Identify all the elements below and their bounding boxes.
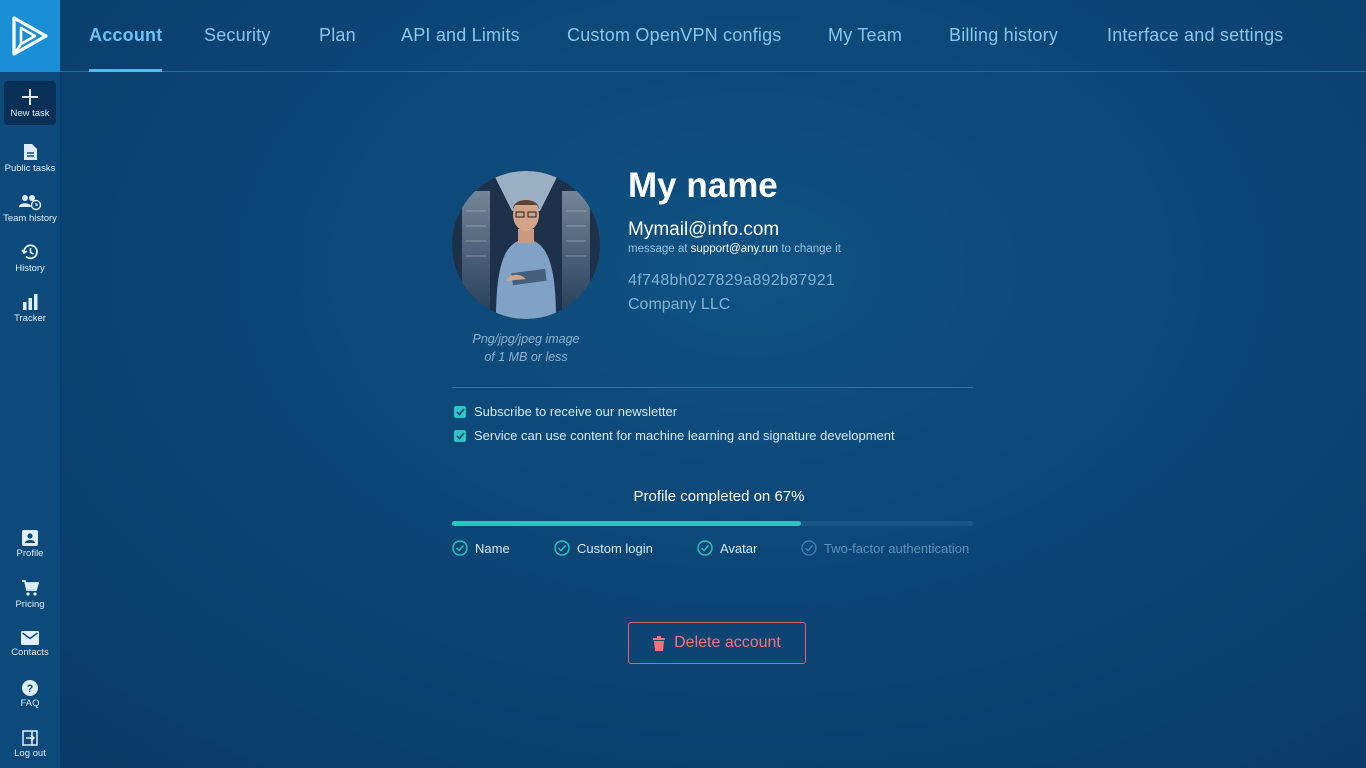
step-label: Custom login — [577, 540, 653, 556]
ml-content-label: Service can use content for machine lear… — [474, 428, 895, 443]
completion-step-custom-login: Custom login — [554, 540, 653, 556]
check-circle-outline-icon — [801, 540, 817, 556]
tab-security[interactable]: Security — [204, 0, 271, 71]
avatar-photo — [452, 171, 600, 319]
checkbox-checked-icon — [454, 429, 466, 442]
sidebar-item-logout[interactable]: Log out — [4, 722, 56, 766]
logout-icon — [22, 729, 38, 746]
svg-text:?: ? — [27, 683, 34, 695]
step-label: Name — [475, 540, 510, 556]
document-icon — [24, 143, 37, 160]
delete-account-label: Delete account — [674, 634, 781, 651]
mail-icon — [21, 630, 39, 645]
cart-icon — [22, 579, 39, 596]
sidebar-item-pricing[interactable]: Pricing — [4, 572, 56, 616]
sidebar-item-history[interactable]: History — [4, 236, 56, 280]
sidebar-item-public-tasks[interactable]: Public tasks — [4, 136, 56, 180]
profile-completion-fill — [452, 521, 802, 526]
sidebar-item-label: New task — [10, 107, 50, 119]
check-circle-icon — [697, 540, 713, 556]
tab-my-team[interactable]: My Team — [828, 0, 902, 71]
sidebar-item-label: Pricing — [15, 598, 45, 610]
help-icon: ? — [22, 679, 38, 696]
completion-step-avatar: Avatar — [697, 540, 757, 556]
sidebar-item-label: Tracker — [14, 312, 46, 324]
divider — [452, 387, 973, 388]
checkbox-checked-icon — [454, 405, 466, 418]
sidebar-item-label: Team history — [3, 212, 57, 224]
step-label: Two-factor authentication — [824, 540, 970, 556]
sidebar-item-team-history[interactable]: Team history — [3, 186, 57, 230]
company-name: Company LLC — [628, 296, 731, 313]
tab-custom-openvpn-configs[interactable]: Custom OpenVPN configs — [567, 0, 782, 71]
sidebar-item-label: Public tasks — [4, 162, 56, 174]
team-history-icon — [19, 194, 42, 210]
tab-interface-and-settings[interactable]: Interface and settings — [1107, 0, 1284, 71]
sidebar: New task Public tasks Team history Histo… — [0, 0, 61, 768]
history-icon — [21, 243, 38, 259]
tab-account[interactable]: Account — [89, 0, 163, 72]
sidebar-item-label: FAQ — [20, 697, 40, 709]
check-circle-icon — [452, 540, 468, 556]
email-note-suffix: to change it — [778, 243, 841, 255]
completion-step-two-factor[interactable]: Two-factor authentication — [801, 540, 969, 556]
step-label: Avatar — [720, 540, 758, 556]
newsletter-label: Subscribe to receive our newsletter — [474, 404, 678, 419]
email-note-prefix: message at — [628, 243, 691, 255]
completion-step-name: Name — [452, 540, 510, 556]
delete-account-button[interactable]: Delete account — [628, 622, 806, 664]
ml-content-checkbox[interactable]: Service can use content for machine lear… — [454, 428, 895, 443]
account-tabs: Account Security Plan API and Limits Cus… — [60, 0, 1366, 72]
avatar[interactable] — [452, 171, 600, 319]
profile-email: Mymail@info.com — [628, 219, 780, 240]
sidebar-item-contacts[interactable]: Contacts — [4, 622, 56, 666]
sidebar-item-label: Log out — [14, 747, 46, 759]
sidebar-item-profile[interactable]: Profile — [4, 522, 56, 566]
anyrun-logo[interactable] — [0, 0, 60, 72]
plus-icon — [22, 88, 38, 105]
tab-billing-history[interactable]: Billing history — [949, 0, 1058, 71]
play-logo-icon — [12, 16, 48, 56]
support-email-link[interactable]: support@any.run — [691, 243, 779, 255]
user-id: 4f748bh027829a892b87921 — [628, 272, 836, 289]
avatar-upload-hint: Png/jpg/jpeg image of 1 MB or less — [452, 330, 600, 366]
tab-api-and-limits[interactable]: API and Limits — [401, 0, 520, 71]
newsletter-checkbox[interactable]: Subscribe to receive our newsletter — [454, 404, 677, 419]
avatar-hint-line: Png/jpg/jpeg image — [472, 332, 580, 346]
sidebar-item-label: Profile — [16, 547, 44, 559]
bar-chart-icon — [23, 293, 38, 310]
sidebar-item-label: History — [15, 262, 45, 274]
sidebar-item-new-task[interactable]: New task — [4, 81, 56, 125]
trash-icon — [653, 635, 666, 651]
sidebar-item-faq[interactable]: ? FAQ — [4, 672, 56, 716]
email-change-note: message at support@any.run to change it — [628, 243, 841, 255]
tab-plan[interactable]: Plan — [319, 0, 356, 71]
avatar-hint-line: of 1 MB or less — [484, 350, 568, 364]
profile-completion-title: Profile completed on 67% — [633, 488, 805, 505]
profile-icon — [22, 529, 38, 546]
profile-completion-bar — [452, 521, 973, 526]
sidebar-item-tracker[interactable]: Tracker — [4, 286, 56, 330]
sidebar-item-label: Contacts — [11, 646, 49, 658]
profile-name: My name — [628, 166, 778, 205]
check-circle-icon — [554, 540, 570, 556]
